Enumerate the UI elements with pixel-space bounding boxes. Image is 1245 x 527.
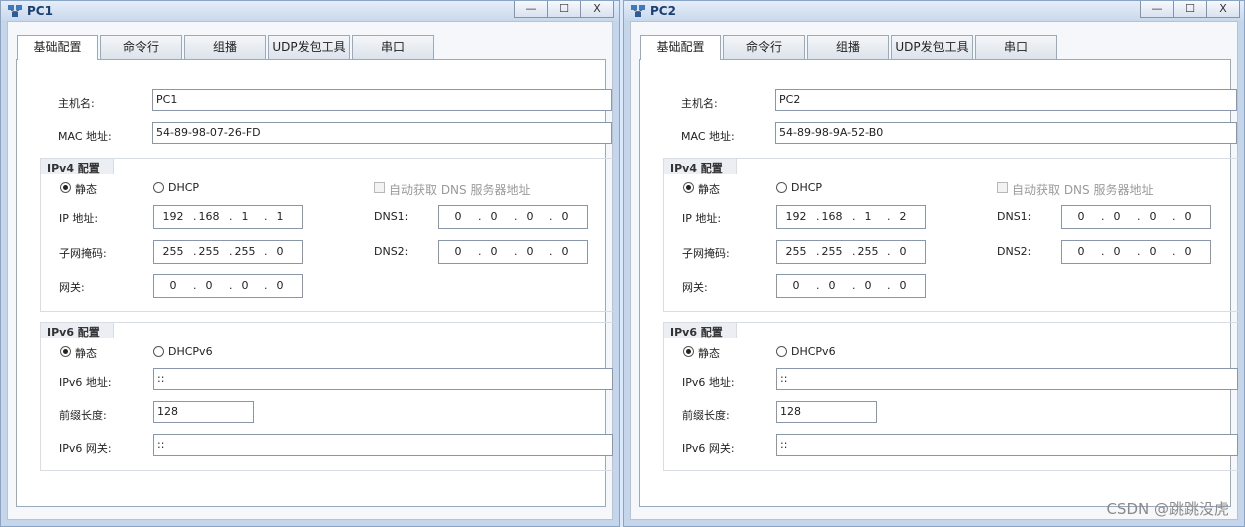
hostname-label: 主机名:	[58, 97, 95, 110]
csdn-watermark: CSDN @跳跳没虎	[1106, 500, 1229, 518]
ipv6-static-radio[interactable]	[60, 346, 71, 357]
ipv6-section: IPv6 配置 静态 DHCPv6 IPv6 地址: :: 前缀长度: 128 …	[40, 322, 613, 471]
auto-dns-checkbox[interactable]	[374, 182, 385, 193]
dns2-input[interactable]: 0. 0. 0. 0	[1061, 240, 1211, 264]
tab-multicast[interactable]: 组播	[807, 35, 889, 59]
maximize-button[interactable]: ☐	[547, 1, 581, 18]
pc2-content: 基础配置 命令行 组播 UDP发包工具 串口 主机名: PC2 MAC 地址: …	[630, 21, 1238, 520]
ipv6-dhcpv6-label: DHCPv6	[168, 345, 213, 358]
ipv4-dhcp-radio[interactable]	[776, 182, 787, 193]
dns1-input[interactable]: 0. 0. 0. 0	[1061, 205, 1211, 229]
auto-dns-label: 自动获取 DNS 服务器地址	[1012, 183, 1154, 197]
tab-udp-tool[interactable]: UDP发包工具	[268, 35, 350, 59]
ipv4-section-title: IPv4 配置	[47, 162, 100, 175]
gateway-label: 网关:	[59, 281, 85, 294]
minimize-button[interactable]: —	[1140, 1, 1174, 18]
hostname-input[interactable]: PC1	[152, 89, 612, 111]
maximize-button[interactable]: ☐	[1173, 1, 1207, 18]
ip-address-input[interactable]: 192. 168. 1. 2	[776, 205, 926, 229]
ipv6-address-input[interactable]: ::	[776, 368, 1238, 390]
ipv4-section: IPv4 配置 静态 DHCP 自动获取 DNS 服务器地址 IP 地址: 19…	[40, 158, 613, 312]
hostname-input[interactable]: PC2	[775, 89, 1237, 111]
gateway-label: 网关:	[682, 281, 708, 294]
tab-basic-config[interactable]: 基础配置	[640, 35, 721, 60]
dns1-label: DNS1:	[997, 210, 1032, 223]
ipv6-dhcpv6-radio[interactable]	[153, 346, 164, 357]
ipv4-dhcp-label: DHCP	[791, 181, 823, 194]
mac-label: MAC 地址:	[681, 130, 735, 143]
tab-command-line[interactable]: 命令行	[723, 35, 805, 59]
pc1-content: 基础配置 命令行 组播 UDP发包工具 串口 主机名: PC1 MAC 地址: …	[7, 21, 613, 520]
ipv6-static-radio[interactable]	[683, 346, 694, 357]
ip-label: IP 地址:	[59, 212, 99, 225]
ipv4-static-radio[interactable]	[60, 182, 71, 193]
close-button[interactable]: X	[580, 1, 614, 18]
mask-label: 子网掩码:	[59, 247, 107, 260]
ipv6-static-label: 静态	[698, 347, 720, 360]
pc1-titlebar[interactable]: PC1 — ☐ X	[1, 1, 619, 21]
tab-basic-config[interactable]: 基础配置	[17, 35, 98, 60]
subnet-mask-input[interactable]: 255. 255. 255. 0	[153, 240, 303, 264]
ipv6-dhcpv6-radio[interactable]	[776, 346, 787, 357]
minimize-button[interactable]: —	[514, 1, 548, 18]
dns2-label: DNS2:	[374, 245, 409, 258]
tab-udp-tool[interactable]: UDP发包工具	[891, 35, 973, 59]
ip-label: IP 地址:	[682, 212, 722, 225]
ipv4-section-title: IPv4 配置	[670, 162, 723, 175]
basic-config-panel: 主机名: PC1 MAC 地址: 54-89-98-07-26-FD IPv4 …	[16, 59, 613, 507]
hostname-label: 主机名:	[681, 97, 718, 110]
gateway-input[interactable]: 0. 0. 0. 0	[776, 274, 926, 298]
subnet-mask-input[interactable]: 255. 255. 255. 0	[776, 240, 926, 264]
ipv4-dhcp-radio[interactable]	[153, 182, 164, 193]
dns1-input[interactable]: 0. 0. 0. 0	[438, 205, 588, 229]
window-title: PC2	[650, 4, 676, 18]
tab-command-line[interactable]: 命令行	[100, 35, 182, 59]
mac-input[interactable]: 54-89-98-07-26-FD	[152, 122, 612, 144]
tab-serial[interactable]: 串口	[975, 35, 1057, 59]
basic-config-panel: 主机名: PC2 MAC 地址: 54-89-98-9A-52-B0 IPv4 …	[639, 59, 1238, 507]
ipv4-section: IPv4 配置 静态 DHCP 自动获取 DNS 服务器地址 IP 地址: 19…	[663, 158, 1238, 312]
prefix-length-label: 前缀长度:	[682, 409, 730, 422]
ipv6-section-title: IPv6 配置	[670, 326, 723, 339]
ipv4-static-radio[interactable]	[683, 182, 694, 193]
ipv4-dhcp-label: DHCP	[168, 181, 200, 194]
pc-app-icon	[8, 5, 22, 17]
ipv6-gateway-input[interactable]: ::	[153, 434, 613, 456]
pc2-window: PC2 — ☐ X 基础配置 命令行 组播 UDP发包工具 串口 主机名: PC…	[623, 0, 1245, 527]
close-button[interactable]: X	[1206, 1, 1240, 18]
prefix-length-input[interactable]: 128	[776, 401, 877, 423]
pc2-titlebar[interactable]: PC2 — ☐ X	[624, 1, 1244, 21]
window-title: PC1	[27, 4, 53, 18]
ipv4-static-label: 静态	[75, 183, 97, 196]
ipv6-gateway-input[interactable]: ::	[776, 434, 1238, 456]
mac-label: MAC 地址:	[58, 130, 112, 143]
ipv6-gateway-label: IPv6 网关:	[59, 442, 112, 455]
dns1-label: DNS1:	[374, 210, 409, 223]
prefix-length-label: 前缀长度:	[59, 409, 107, 422]
ipv4-static-label: 静态	[698, 183, 720, 196]
auto-dns-label: 自动获取 DNS 服务器地址	[389, 183, 531, 197]
dns2-input[interactable]: 0. 0. 0. 0	[438, 240, 588, 264]
ipv6-address-label: IPv6 地址:	[59, 376, 112, 389]
ipv6-section-title: IPv6 配置	[47, 326, 100, 339]
tab-multicast[interactable]: 组播	[184, 35, 266, 59]
gateway-input[interactable]: 0. 0. 0. 0	[153, 274, 303, 298]
pc-app-icon	[631, 5, 645, 17]
ip-address-input[interactable]: 192. 168. 1. 1	[153, 205, 303, 229]
ipv6-address-label: IPv6 地址:	[682, 376, 735, 389]
ipv6-gateway-label: IPv6 网关:	[682, 442, 735, 455]
pc1-window: PC1 — ☐ X 基础配置 命令行 组播 UDP发包工具 串口 主机名: PC…	[0, 0, 620, 527]
auto-dns-checkbox[interactable]	[997, 182, 1008, 193]
ipv6-section: IPv6 配置 静态 DHCPv6 IPv6 地址: :: 前缀长度: 128 …	[663, 322, 1238, 471]
tab-serial[interactable]: 串口	[352, 35, 434, 59]
ipv6-dhcpv6-label: DHCPv6	[791, 345, 836, 358]
mask-label: 子网掩码:	[682, 247, 730, 260]
mac-input[interactable]: 54-89-98-9A-52-B0	[775, 122, 1237, 144]
prefix-length-input[interactable]: 128	[153, 401, 254, 423]
ipv6-static-label: 静态	[75, 347, 97, 360]
dns2-label: DNS2:	[997, 245, 1032, 258]
ipv6-address-input[interactable]: ::	[153, 368, 613, 390]
